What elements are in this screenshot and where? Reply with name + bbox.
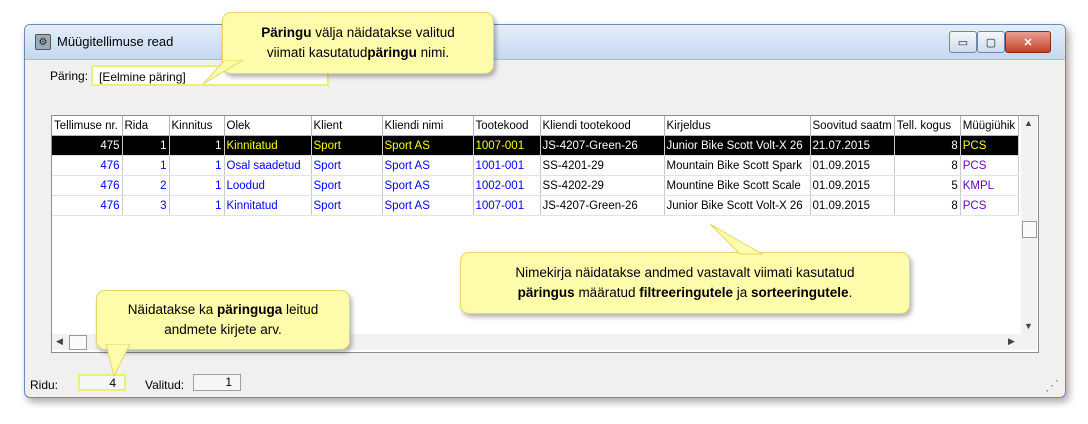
table-row[interactable]: 476 2 1 Loodud Sport Sport AS 1002-001 S… xyxy=(52,175,1019,196)
column-header[interactable]: Kliendi tootekood xyxy=(540,116,665,136)
column-header[interactable]: Kirjeldus xyxy=(664,116,811,136)
cell-client-name[interactable]: Sport AS xyxy=(382,175,474,196)
count-callout-line2: andmete kirjete arv. xyxy=(164,322,282,337)
selected-count-label: Valitud: xyxy=(145,378,185,392)
minimize-button[interactable]: ▭ xyxy=(949,31,977,53)
vertical-scroll-thumb[interactable] xyxy=(1022,221,1037,238)
list-callout: Nimekirja näidatakse andmed vastavalt vi… xyxy=(460,252,910,314)
cell-line[interactable]: 1 xyxy=(122,155,170,176)
cell-unit[interactable]: PCS xyxy=(960,155,1019,176)
cell-status[interactable]: Loodud xyxy=(224,175,312,196)
cell-client-name[interactable]: Sport AS xyxy=(382,155,474,176)
cell-order-nr[interactable]: 476 xyxy=(52,155,123,176)
horizontal-scroll-thumb[interactable] xyxy=(69,335,87,350)
list-callout-tail xyxy=(709,223,764,255)
cell-confirmed[interactable]: 1 xyxy=(169,175,225,196)
cell-client[interactable]: Sport xyxy=(311,155,383,176)
column-header[interactable]: Tellimuse nr. xyxy=(52,116,123,136)
column-header[interactable]: Tootekood xyxy=(473,116,541,136)
cell-description[interactable]: Mountine Bike Scott Scale xyxy=(664,175,811,196)
cell-client-product-code[interactable]: JS-4207-Green-26 xyxy=(540,135,665,156)
cell-quantity[interactable]: 8 xyxy=(894,135,961,156)
cell-confirmed[interactable]: 1 xyxy=(169,155,225,176)
cell-order-nr[interactable]: 476 xyxy=(52,175,123,196)
scroll-down-icon[interactable]: ▼ xyxy=(1024,321,1033,331)
column-header[interactable]: Kliendi nimi xyxy=(382,116,474,136)
query-callout-line2: viimati kasutatudpäringu nimi. xyxy=(266,45,450,60)
cell-product-code[interactable]: 1001-001 xyxy=(473,155,541,176)
cell-requested-date[interactable]: 01.09.2015 xyxy=(810,155,895,176)
maximize-button[interactable]: ▢ xyxy=(977,31,1005,53)
column-header[interactable]: Tell. kogus xyxy=(894,116,961,136)
selected-count-value: 1 xyxy=(193,374,241,391)
gear-icon[interactable]: ⚙ xyxy=(35,34,51,50)
list-callout-line2: päringus määratud filtreeringutele ja so… xyxy=(517,285,853,300)
cell-confirmed[interactable]: 1 xyxy=(169,195,225,216)
cell-unit[interactable]: PCS xyxy=(960,135,1019,156)
cell-product-code[interactable]: 1007-001 xyxy=(473,195,541,216)
count-callout: Näidatakse ka päringuga leitud andmete k… xyxy=(96,290,350,350)
table-row[interactable]: 476 1 1 Osal saadetud Sport Sport AS 100… xyxy=(52,155,1019,176)
scroll-right-icon[interactable]: ▶ xyxy=(1008,336,1015,347)
query-callout-line1: Päringu välja näidatakse valitud xyxy=(261,25,455,40)
cell-order-nr[interactable]: 475 xyxy=(52,135,123,156)
cell-line[interactable]: 1 xyxy=(122,135,170,156)
cell-confirmed[interactable]: 1 xyxy=(169,135,225,156)
cell-order-nr[interactable]: 476 xyxy=(52,195,123,216)
scroll-left-icon[interactable]: ◀ xyxy=(56,336,63,347)
rows-count-label: Ridu: xyxy=(30,378,59,392)
table-row[interactable]: 476 3 1 Kinnitatud Sport Sport AS 1007-0… xyxy=(52,195,1019,216)
query-label: Päring: xyxy=(50,69,89,83)
cell-description[interactable]: Junior Bike Scott Volt-X 26 xyxy=(664,135,811,156)
cell-status[interactable]: Kinnitatud xyxy=(224,135,312,156)
column-header[interactable]: Rida xyxy=(122,116,170,136)
cell-line[interactable]: 2 xyxy=(122,175,170,196)
order-lines-table: Tellimuse nr. Rida Kinnitus Olek Klient … xyxy=(52,116,1019,216)
cell-client-name[interactable]: Sport AS xyxy=(382,195,474,216)
scroll-up-icon[interactable]: ▲ xyxy=(1024,118,1033,128)
cell-client-product-code[interactable]: SS-4202-29 xyxy=(540,175,665,196)
cell-description[interactable]: Junior Bike Scott Volt-X 26 xyxy=(664,195,811,216)
column-header[interactable]: Soovitud saatm xyxy=(810,116,895,136)
cell-product-code[interactable]: 1007-001 xyxy=(473,135,541,156)
window-title: Müügitellimuse read xyxy=(57,34,174,49)
close-button[interactable]: ✕ xyxy=(1005,31,1051,53)
column-header[interactable]: Müügiühik xyxy=(960,116,1019,136)
cell-client[interactable]: Sport xyxy=(311,135,383,156)
count-callout-tail xyxy=(105,344,131,378)
title-bar: ⚙ Müügitellimuse read ▭ ▢ ✕ xyxy=(25,25,1065,60)
query-callout: Päringu välja näidatakse valitud viimati… xyxy=(222,12,494,74)
cell-product-code[interactable]: 1002-001 xyxy=(473,175,541,196)
list-callout-line1: Nimekirja näidatakse andmed vastavalt vi… xyxy=(515,265,855,280)
cell-unit[interactable]: KMPL xyxy=(960,175,1019,196)
grid-header-row: Tellimuse nr. Rida Kinnitus Olek Klient … xyxy=(52,116,1019,136)
count-callout-line1: Näidatakse ka päringuga leitud xyxy=(127,302,319,317)
cell-client[interactable]: Sport xyxy=(311,195,383,216)
cell-line[interactable]: 3 xyxy=(122,195,170,216)
cell-requested-date[interactable]: 21.07.2015 xyxy=(810,135,895,156)
cell-client-product-code[interactable]: JS-4207-Green-26 xyxy=(540,195,665,216)
cell-quantity[interactable]: 8 xyxy=(894,195,961,216)
cell-client[interactable]: Sport xyxy=(311,175,383,196)
cell-requested-date[interactable]: 01.09.2015 xyxy=(810,175,895,196)
column-header[interactable]: Kinnitus xyxy=(169,116,225,136)
resize-grip-icon[interactable]: ⋰ xyxy=(1045,377,1059,394)
cell-unit[interactable]: PCS xyxy=(960,195,1019,216)
cell-client-name[interactable]: Sport AS xyxy=(382,135,474,156)
cell-requested-date[interactable]: 01.09.2015 xyxy=(810,195,895,216)
column-header[interactable]: Klient xyxy=(311,116,383,136)
query-callout-tail xyxy=(202,60,244,85)
cell-description[interactable]: Mountain Bike Scott Spark xyxy=(664,155,811,176)
cell-status[interactable]: Osal saadetud xyxy=(224,155,312,176)
cell-quantity[interactable]: 8 xyxy=(894,155,961,176)
cell-status[interactable]: Kinnitatud xyxy=(224,195,312,216)
cell-client-product-code[interactable]: SS-4201-29 xyxy=(540,155,665,176)
table-row-selected[interactable]: 475 1 1 Kinnitatud Sport Sport AS 1007-0… xyxy=(52,135,1019,156)
column-header[interactable]: Olek xyxy=(224,116,312,136)
cell-quantity[interactable]: 5 xyxy=(894,175,961,196)
